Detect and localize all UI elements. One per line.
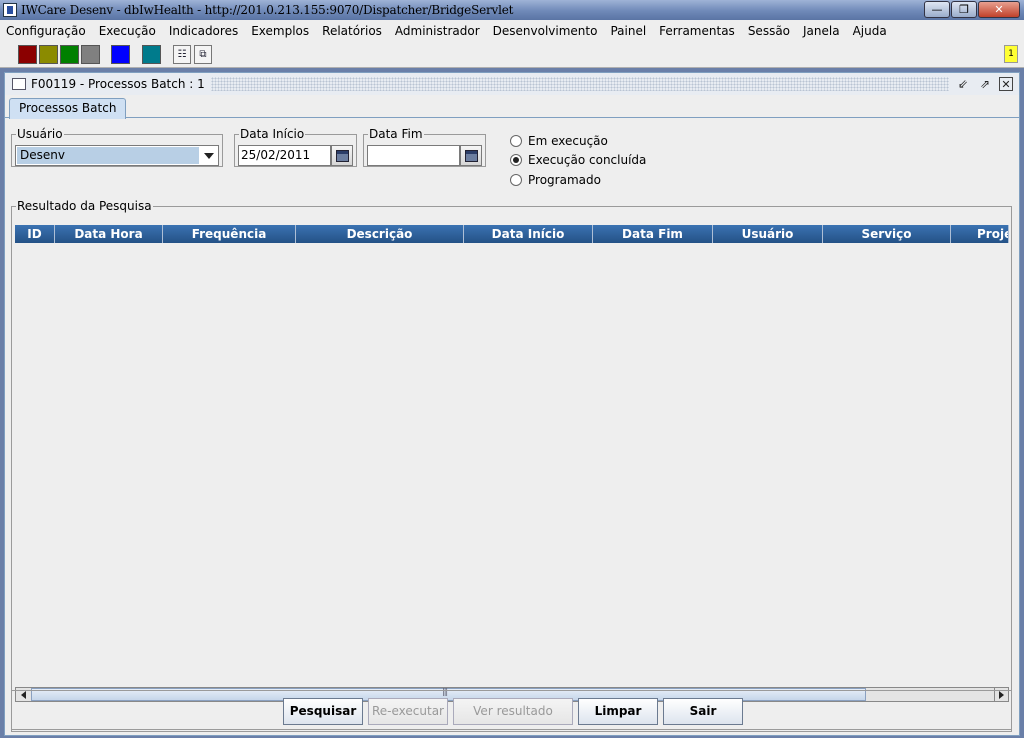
results-label: Resultado da Pesquisa xyxy=(17,199,152,213)
menu-painel[interactable]: Painel xyxy=(610,24,646,38)
data-fim-group: Data Fim xyxy=(363,127,486,167)
color-swatch-dark-red[interactable] xyxy=(18,45,37,64)
results-group: Resultado da Pesquisa ID Data Hora Frequ… xyxy=(11,199,1012,732)
button-bar: Pesquisar Re-executar Ver resultado Limp… xyxy=(11,690,1012,730)
data-fim-label: Data Fim xyxy=(369,127,423,141)
window-controls: — ❐ ✕ xyxy=(924,1,1020,18)
tab-strip: Processos Batch xyxy=(5,96,1019,119)
limpar-button[interactable]: Limpar xyxy=(578,698,658,725)
ver-resultado-button[interactable]: Ver resultado xyxy=(453,698,573,725)
maximize-icon[interactable]: ⇗ xyxy=(977,76,993,92)
close-frame-icon[interactable]: ✕ xyxy=(999,77,1013,91)
usuario-group: Usuário Desenv xyxy=(11,127,223,167)
pesquisar-button[interactable]: Pesquisar xyxy=(283,698,363,725)
data-inicio-input[interactable]: 25/02/2011 xyxy=(238,145,331,166)
window-title: IWCare Desenv - dbIwHealth - http://201.… xyxy=(21,3,514,17)
radio-execucao-concluida[interactable]: Execução concluída xyxy=(510,151,646,171)
data-fim-calendar-button[interactable] xyxy=(460,145,482,166)
chevron-down-icon[interactable] xyxy=(200,146,218,165)
notification-badge[interactable]: 1 xyxy=(1004,45,1018,63)
app-icon xyxy=(3,3,17,17)
menu-indicadores[interactable]: Indicadores xyxy=(169,24,238,38)
menu-exemplos[interactable]: Exemplos xyxy=(251,24,309,38)
menu-configuracao[interactable]: Configuração xyxy=(6,24,86,38)
data-inicio-group: Data Início 25/02/2011 xyxy=(234,127,357,167)
radio-label: Programado xyxy=(528,172,601,187)
tab-processos-batch[interactable]: Processos Batch xyxy=(9,98,127,119)
column-header-descricao[interactable]: Descrição xyxy=(296,225,464,243)
data-inicio-calendar-button[interactable] xyxy=(331,145,353,166)
color-swatch-olive[interactable] xyxy=(39,45,58,64)
restore-icon[interactable]: ❐ xyxy=(951,1,977,18)
frame-title-bar: F00119 - Processos Batch : 1 ⇙ ⇗ ✕ xyxy=(5,73,1019,95)
menu-janela[interactable]: Janela xyxy=(803,24,840,38)
data-inicio-label: Data Início xyxy=(240,127,305,141)
menu-bar: Configuração Execução Indicadores Exempl… xyxy=(0,20,1024,41)
calendar-icon xyxy=(464,149,478,162)
status-radio-group: Em execução Execução concluída Programad… xyxy=(510,131,646,190)
close-window-icon[interactable]: ✕ xyxy=(978,1,1020,18)
color-swatch-teal[interactable] xyxy=(142,45,161,64)
color-swatch-green[interactable] xyxy=(60,45,79,64)
tree-view-icon[interactable]: ☷ xyxy=(173,45,191,64)
minimize-icon[interactable]: — xyxy=(924,1,950,18)
menu-ferramentas[interactable]: Ferramentas xyxy=(659,24,735,38)
usuario-combo[interactable]: Desenv xyxy=(15,145,219,166)
iconify-icon[interactable]: ⇙ xyxy=(955,76,971,92)
menu-relatorios[interactable]: Relatórios xyxy=(322,24,382,38)
menu-execucao[interactable]: Execução xyxy=(99,24,156,38)
window-title-bar: IWCare Desenv - dbIwHealth - http://201.… xyxy=(0,0,1024,20)
usuario-value: Desenv xyxy=(17,147,199,164)
column-header-projeto[interactable]: Proje xyxy=(951,225,1009,243)
radio-label: Em execução xyxy=(528,133,608,148)
color-swatch-blue[interactable] xyxy=(111,45,130,64)
tab-content: Usuário Desenv Data Início 25/02/2011 Da… xyxy=(5,119,1019,735)
internal-frame: F00119 - Processos Batch : 1 ⇙ ⇗ ✕ Proce… xyxy=(4,72,1020,736)
radio-em-execucao[interactable]: Em execução xyxy=(510,131,646,151)
toolbar: ☷ ⧉ 1 xyxy=(0,41,1024,68)
menu-sessao[interactable]: Sessão xyxy=(748,24,790,38)
results-table-body[interactable] xyxy=(15,243,1009,683)
column-header-data-fim[interactable]: Data Fim xyxy=(593,225,713,243)
menu-ajuda[interactable]: Ajuda xyxy=(853,24,887,38)
title-bar-grip xyxy=(210,77,949,91)
results-table-header: ID Data Hora Frequência Descrição Data I… xyxy=(15,225,1009,243)
cascade-windows-icon[interactable]: ⧉ xyxy=(194,45,212,64)
column-header-data-inicio[interactable]: Data Início xyxy=(464,225,593,243)
sair-button[interactable]: Sair xyxy=(663,698,743,725)
color-swatch-gray[interactable] xyxy=(81,45,100,64)
calendar-icon xyxy=(335,149,349,162)
data-fim-input[interactable] xyxy=(367,145,460,166)
radio-programado[interactable]: Programado xyxy=(510,170,646,190)
column-header-data-hora[interactable]: Data Hora xyxy=(55,225,163,243)
frame-icon xyxy=(12,78,26,90)
frame-title: F00119 - Processos Batch : 1 xyxy=(31,77,205,91)
column-header-frequencia[interactable]: Frequência xyxy=(163,225,296,243)
column-header-servico[interactable]: Serviço xyxy=(823,225,951,243)
column-header-usuario[interactable]: Usuário xyxy=(713,225,823,243)
menu-desenvolvimento[interactable]: Desenvolvimento xyxy=(493,24,598,38)
reexecutar-button[interactable]: Re-executar xyxy=(368,698,448,725)
column-header-id[interactable]: ID xyxy=(15,225,55,243)
menu-administrador[interactable]: Administrador xyxy=(395,24,480,38)
radio-button[interactable] xyxy=(510,173,522,186)
radio-button[interactable] xyxy=(510,134,522,147)
radio-button[interactable] xyxy=(510,154,522,167)
radio-label: Execução concluída xyxy=(528,153,647,168)
usuario-label: Usuário xyxy=(17,127,63,141)
